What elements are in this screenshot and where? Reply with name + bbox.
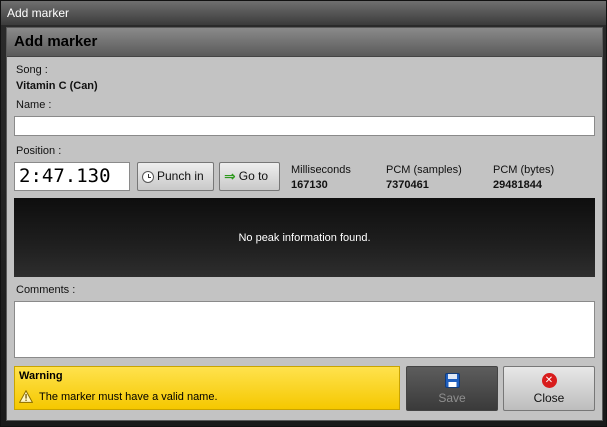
panel-title: Add marker	[14, 33, 98, 50]
save-button[interactable]: Save	[406, 366, 498, 411]
clock-icon	[142, 170, 154, 183]
close-button[interactable]: ✕ Close	[503, 366, 595, 411]
add-marker-window: Add marker Add marker Song : Vitamin C (…	[0, 0, 607, 427]
position-label: Position :	[16, 145, 62, 157]
pcm-samples-label: PCM (samples)	[386, 164, 462, 176]
waveform-display[interactable]: No peak information found.	[14, 198, 595, 277]
comments-label: Comments :	[16, 284, 76, 296]
song-value: Vitamin C (Can)	[16, 80, 98, 92]
warning-triangle-icon	[19, 390, 33, 403]
comments-field[interactable]	[14, 301, 595, 358]
warning-box: Warning The marker must have a valid nam…	[14, 366, 400, 410]
arrow-right-icon: ⇒	[224, 168, 236, 184]
pcm-bytes-label: PCM (bytes)	[493, 164, 555, 176]
dialog-panel: Add marker Song : Vitamin C (Can) Name :…	[6, 27, 603, 421]
warning-row: The marker must have a valid name.	[19, 390, 218, 403]
window-titlebar[interactable]: Add marker	[1, 1, 606, 25]
name-label: Name :	[16, 99, 52, 111]
close-circle-icon: ✕	[541, 372, 557, 388]
panel-header: Add marker	[7, 28, 602, 57]
save-label: Save	[438, 390, 466, 405]
go-to-button[interactable]: ⇒ Go to	[219, 162, 280, 191]
floppy-disk-icon	[444, 372, 460, 388]
punch-in-label: Punch in	[157, 169, 204, 183]
position-field[interactable]: 2:47.130	[14, 162, 130, 191]
milliseconds-label: Milliseconds	[291, 164, 351, 176]
go-to-label: Go to	[238, 169, 269, 183]
warning-message: The marker must have a valid name.	[39, 390, 218, 403]
punch-in-button[interactable]: Punch in	[137, 162, 214, 191]
window-title: Add marker	[7, 6, 70, 20]
close-label: Close	[533, 390, 565, 405]
pcm-bytes-value: 29481844	[493, 179, 542, 191]
milliseconds-value: 167130	[291, 179, 328, 191]
warning-title: Warning	[19, 370, 63, 382]
song-label: Song :	[16, 64, 48, 76]
name-field[interactable]	[14, 116, 595, 136]
waveform-message: No peak information found.	[238, 231, 371, 244]
pcm-samples-value: 7370461	[386, 179, 429, 191]
